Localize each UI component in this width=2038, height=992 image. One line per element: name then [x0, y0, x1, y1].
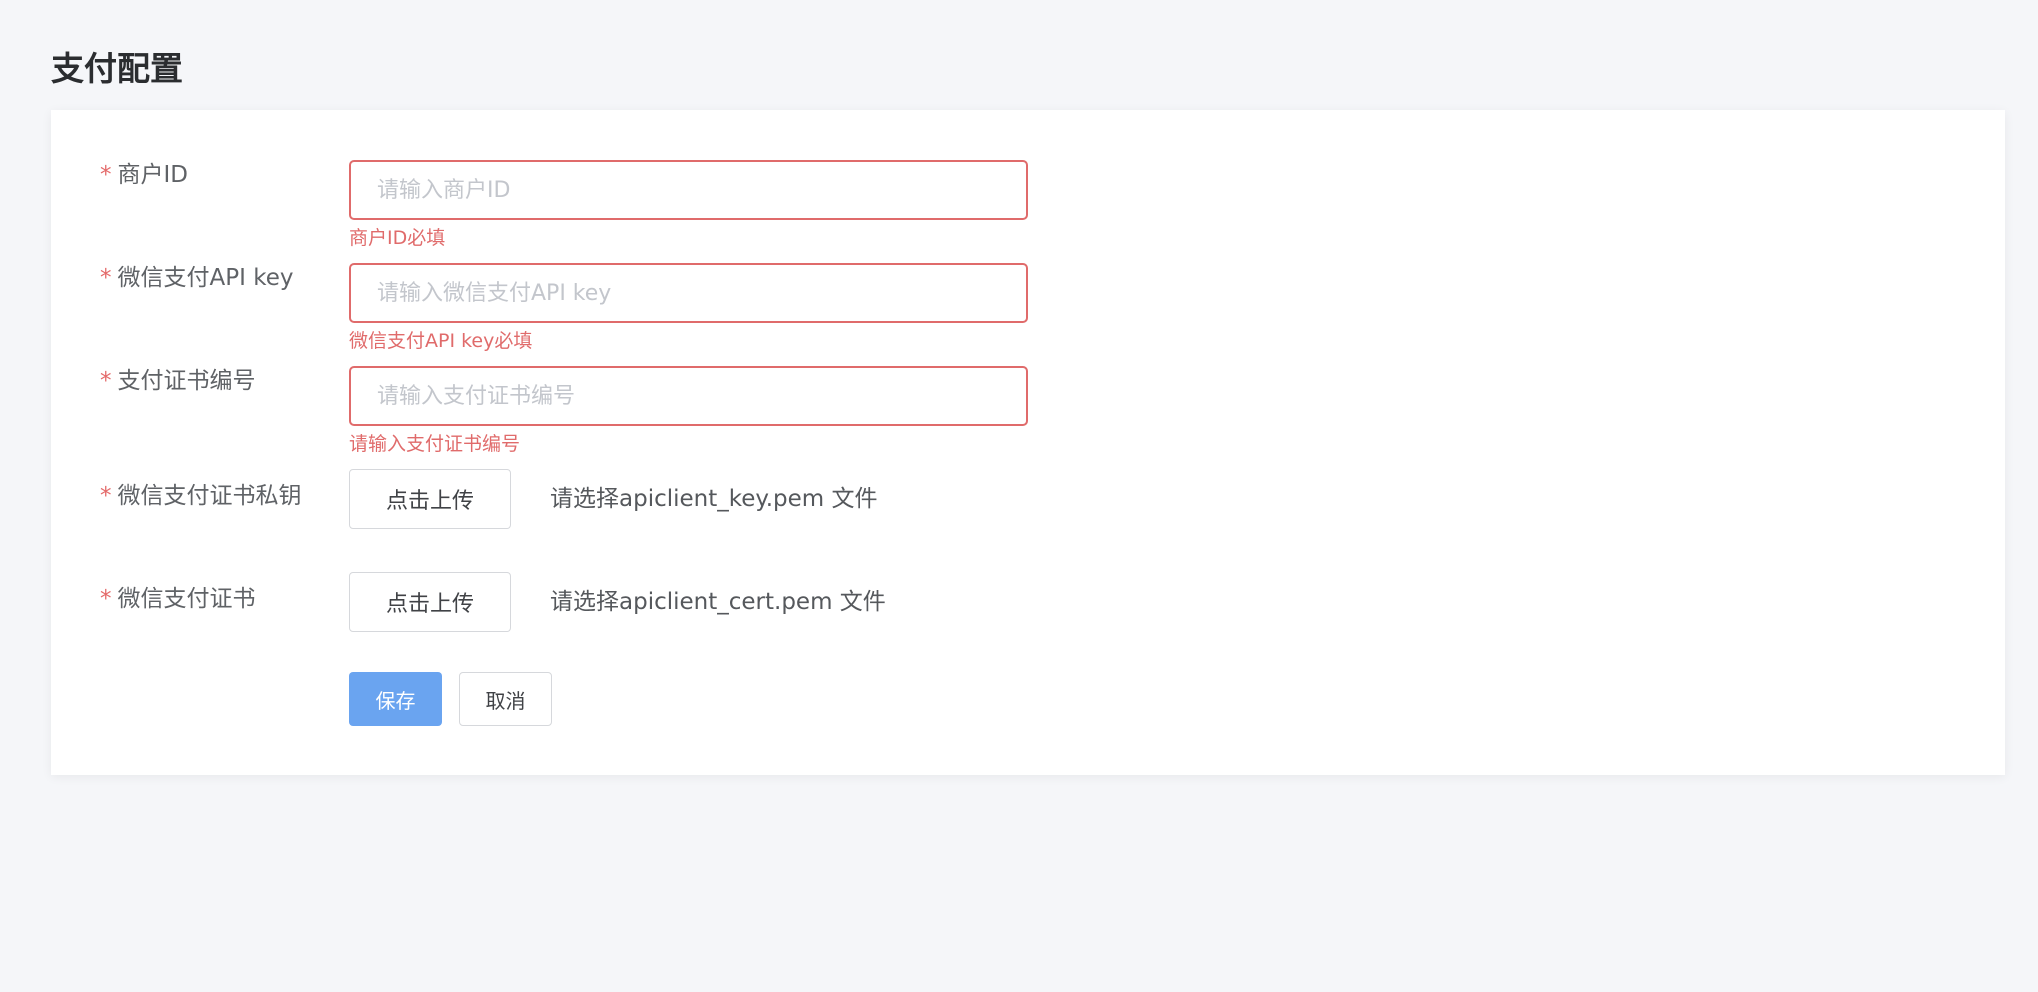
certificate-label-text: 微信支付证书 [117, 586, 256, 612]
cancel-button[interactable]: 取消 [459, 672, 552, 726]
merchant-id-input[interactable] [349, 160, 1028, 220]
certificate-upload-button[interactable]: 点击上传 [349, 572, 511, 632]
api-key-label: * 微信支付API key [100, 263, 293, 293]
private-key-hint: 请选择apiclient_key.pem 文件 [550, 486, 878, 512]
certificate-hint: 请选择apiclient_cert.pem 文件 [550, 589, 886, 615]
merchant-id-error: 商户ID必填 [349, 227, 446, 249]
required-star: * [100, 586, 112, 612]
required-star: * [100, 483, 112, 509]
merchant-id-label-text: 商户ID [117, 162, 189, 188]
api-key-error: 微信支付API key必填 [349, 330, 533, 352]
merchant-id-label: * 商户ID [100, 160, 188, 190]
certificate-label: * 微信支付证书 [100, 584, 256, 614]
private-key-upload-button[interactable]: 点击上传 [349, 469, 511, 529]
cert-serial-error: 请输入支付证书编号 [349, 433, 521, 455]
api-key-input[interactable] [349, 263, 1028, 323]
save-button[interactable]: 保存 [349, 672, 442, 726]
page-title: 支付配置 [51, 49, 183, 88]
required-star: * [100, 368, 112, 394]
api-key-label-text: 微信支付API key [117, 265, 294, 291]
private-key-label: * 微信支付证书私钥 [100, 481, 302, 511]
required-star: * [100, 162, 112, 188]
cert-serial-input[interactable] [349, 366, 1028, 426]
cert-serial-label-text: 支付证书编号 [117, 368, 256, 394]
payment-config-card: *商户ID 商户ID必填 *微信支付API key 微信支付API key必填 … [51, 110, 2005, 775]
cert-serial-label: * 支付证书编号 [100, 366, 256, 396]
required-star: * [100, 265, 112, 291]
private-key-label-text: 微信支付证书私钥 [117, 483, 302, 509]
